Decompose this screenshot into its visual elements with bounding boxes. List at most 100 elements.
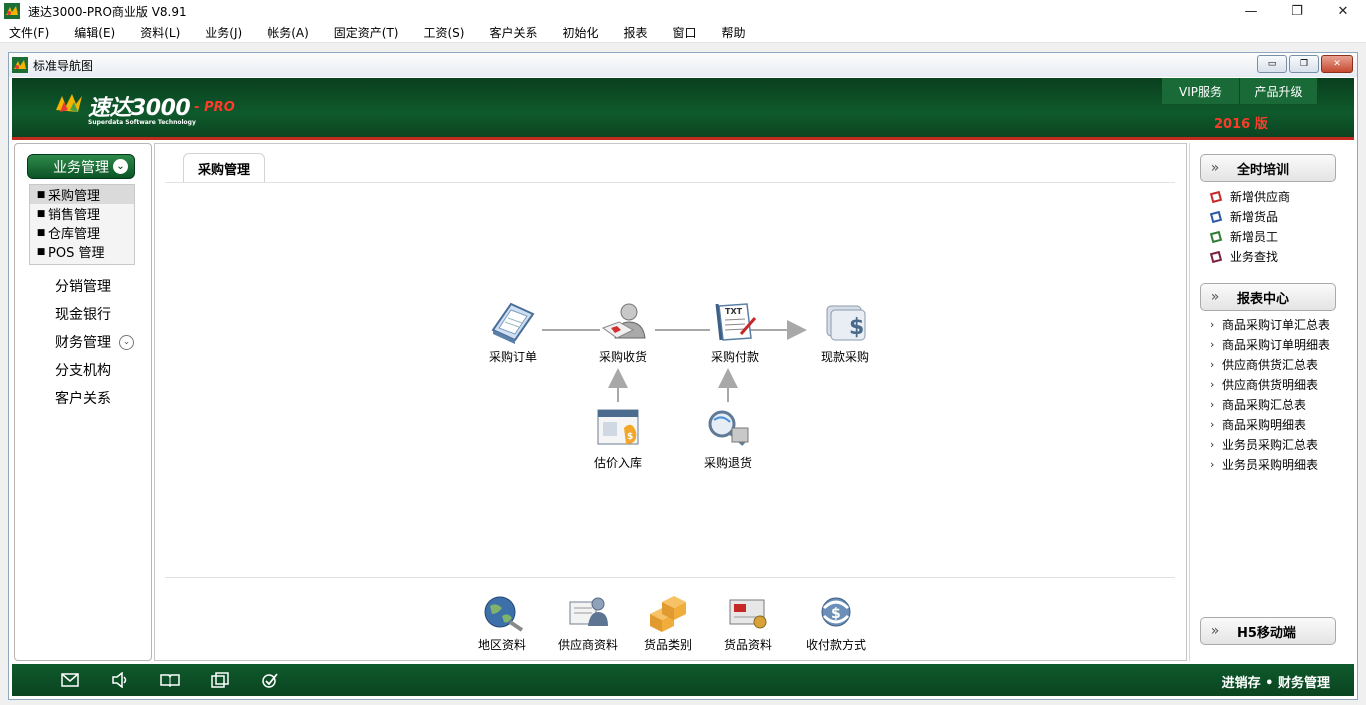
report-link[interactable]: › 供应商供货汇总表 (1210, 356, 1318, 373)
menu-business[interactable]: 业务(J) (205, 24, 242, 41)
nav-category-cash-bank[interactable]: 现金银行 (55, 304, 111, 324)
report-link[interactable]: › 商品采购订单汇总表 (1210, 316, 1330, 333)
close-button[interactable]: ✕ (1320, 0, 1366, 22)
business-sub-list: ■ 采购管理 ■ 销售管理 ■ 仓库管理 ■ POS 管理 (29, 184, 135, 265)
menu-init[interactable]: 初始化 (562, 24, 598, 41)
book-icon[interactable] (160, 670, 180, 690)
navigation-window-titlebar: 标准导航图 ▭ ❐ ✕ (9, 53, 1357, 77)
menu-accounts[interactable]: 帐务(A) (267, 24, 309, 41)
node-label: 采购付款 (710, 350, 759, 364)
goods-data-node[interactable]: 货品资料 (708, 592, 788, 653)
training-header[interactable]: » 全时培训 (1200, 154, 1336, 182)
nav-category-branches[interactable]: 分支机构 (55, 360, 111, 380)
node-label: 采购订单 (488, 350, 537, 364)
report-link[interactable]: › 业务员采购汇总表 (1210, 436, 1318, 453)
purchase-payment-node[interactable]: TXT 采购付款 (695, 300, 775, 365)
logo-pro: - PRO (194, 100, 235, 115)
nav-category-business[interactable]: 业务管理 ⌄ (27, 154, 135, 179)
speaker-icon[interactable] (110, 670, 130, 690)
report-link-label: 供应商供货汇总表 (1222, 358, 1319, 372)
purchase-order-node[interactable]: 采购订单 (473, 300, 553, 365)
notebook-icon (491, 302, 535, 344)
globe-icon (484, 596, 524, 632)
report-link[interactable]: › 业务员采购明细表 (1210, 456, 1318, 473)
nav-category-crm[interactable]: 客户关系 (55, 388, 111, 408)
chevron-down-icon[interactable]: ⌄ (119, 334, 134, 350)
vip-service-tab[interactable]: VIP服务 (1162, 78, 1240, 104)
book-blue-icon (1210, 210, 1223, 223)
link-label: 业务查找 (1230, 250, 1279, 264)
estimated-stockin-node[interactable]: $ 估价入库 (578, 406, 658, 471)
sub-restore-button[interactable]: ❐ (1289, 55, 1319, 73)
app-titlebar: 速达3000-PRO商业版 V8.91 — ❐ ✕ (0, 0, 1366, 22)
nav-item-label: 仓库管理 (48, 227, 101, 242)
node-label: 现款采购 (820, 350, 869, 364)
window-title: 速达3000-PRO商业版 V8.91 (28, 4, 187, 19)
left-nav-panel: 业务管理 ⌄ ■ 采购管理 ■ 销售管理 ■ 仓库管理 ■ POS 管理 分销管… (14, 143, 152, 661)
cash-purchase-node[interactable]: $ 现款采购 (805, 300, 885, 365)
workflow-arrows (542, 320, 807, 402)
nav-item-warehouse[interactable]: ■ 仓库管理 (30, 223, 134, 242)
nav-item-sales[interactable]: ■ 销售管理 (30, 204, 134, 223)
nav-category-label: 分销管理 (55, 279, 111, 295)
h5-mobile-header[interactable]: » H5移动端 (1200, 617, 1336, 645)
report-link[interactable]: › 商品采购汇总表 (1210, 396, 1306, 413)
report-link[interactable]: › 商品采购明细表 (1210, 416, 1306, 433)
menu-data[interactable]: 资料(L) (140, 24, 180, 41)
minimize-button[interactable]: — (1228, 0, 1274, 22)
region-data-node[interactable]: 地区资料 (462, 592, 542, 653)
report-link-label: 商品采购订单汇总表 (1222, 318, 1331, 332)
node-label: 货品资料 (723, 638, 772, 652)
chevron-right-icon: › (1210, 398, 1215, 411)
nav-item-purchase[interactable]: ■ 采购管理 (30, 185, 134, 204)
navigation-window-icon (12, 57, 28, 73)
goods-card-icon (729, 599, 767, 629)
chevron-right-icon: › (1210, 418, 1215, 431)
mail-icon[interactable] (60, 670, 80, 690)
money-bag-icon: $ (826, 305, 866, 341)
link-new-supplier[interactable]: 新增供应商 (1210, 188, 1290, 205)
report-link[interactable]: › 供应商供货明细表 (1210, 376, 1318, 393)
link-business-search[interactable]: 业务查找 (1210, 248, 1278, 265)
nav-item-pos[interactable]: ■ POS 管理 (30, 242, 134, 261)
chevron-down-icon[interactable]: ⌄ (113, 159, 128, 174)
report-link-label: 供应商供货明细表 (1222, 378, 1319, 392)
menu-help[interactable]: 帮助 (722, 24, 746, 41)
check-icon[interactable] (260, 670, 280, 690)
menu-file[interactable]: 文件(F) (9, 24, 49, 41)
svg-text:$: $ (849, 315, 864, 340)
sub-minimize-button[interactable]: ▭ (1257, 55, 1287, 73)
goods-category-node[interactable]: 货品类别 (628, 592, 708, 653)
link-new-employee[interactable]: 新增员工 (1210, 228, 1278, 245)
nav-category-distribution[interactable]: 分销管理 (55, 276, 111, 296)
menu-edit[interactable]: 编辑(E) (74, 24, 115, 41)
window-icon[interactable] (210, 670, 230, 690)
bottom-divider (165, 577, 1175, 578)
link-label: 新增供应商 (1230, 190, 1291, 204)
product-upgrade-tab[interactable]: 产品升级 (1240, 78, 1318, 104)
report-center-header[interactable]: » 报表中心 (1200, 283, 1336, 311)
supplier-data-node[interactable]: 供应商资料 (548, 592, 628, 653)
link-new-goods[interactable]: 新增货品 (1210, 208, 1278, 225)
report-link-label: 业务员采购明细表 (1222, 458, 1319, 472)
double-chevron-icon: » (1210, 289, 1220, 305)
report-link-label: 商品采购明细表 (1222, 418, 1307, 432)
menu-fixed-assets[interactable]: 固定资产(T) (334, 24, 399, 41)
exchange-icon: $ (821, 597, 851, 627)
purchase-receipt-node[interactable]: 采购收货 (583, 300, 663, 365)
report-link[interactable]: › 商品采购订单明细表 (1210, 336, 1330, 353)
menu-reports[interactable]: 报表 (624, 24, 648, 41)
version-label: 2016 版 (1214, 117, 1268, 132)
nav-item-label: 采购管理 (48, 189, 101, 204)
app-logo-icon (4, 3, 20, 19)
menu-salary[interactable]: 工资(S) (423, 24, 464, 41)
maximize-button[interactable]: ❐ (1274, 0, 1320, 22)
nav-category-finance[interactable]: 财务管理 ⌄ (55, 332, 134, 352)
purchase-return-node[interactable]: 采购退货 (688, 406, 768, 471)
menu-window[interactable]: 窗口 (673, 24, 697, 41)
menu-crm[interactable]: 客户关系 (489, 24, 537, 41)
nav-item-label: 销售管理 (48, 208, 101, 223)
nav-category-label: 分支机构 (55, 363, 111, 379)
payment-method-node[interactable]: $ 收付款方式 (796, 592, 876, 653)
sub-close-button[interactable]: ✕ (1321, 55, 1353, 73)
